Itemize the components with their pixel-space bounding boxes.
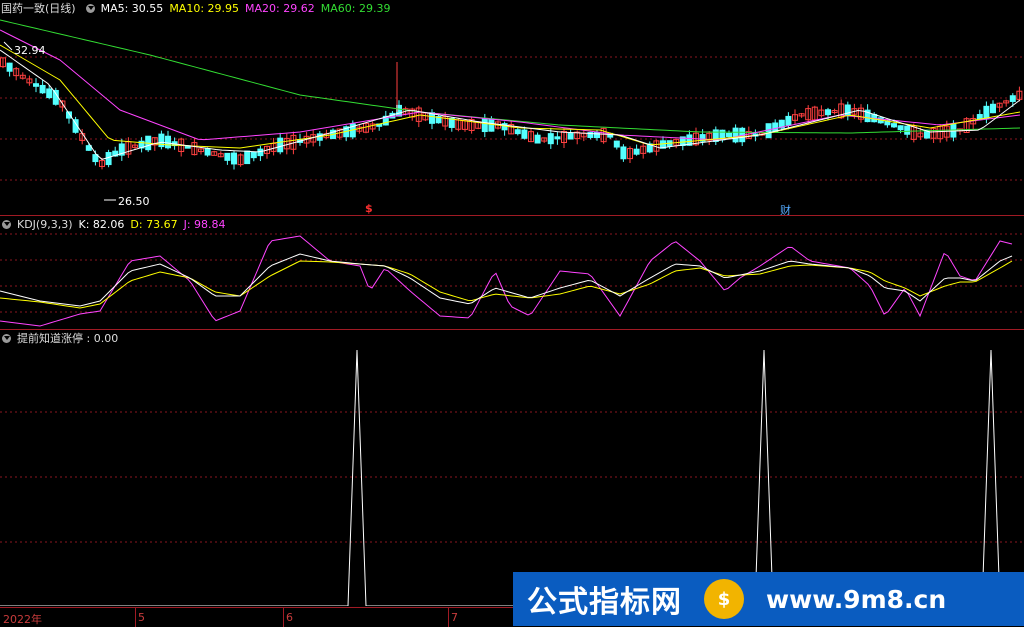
candlestick bbox=[46, 88, 53, 99]
candlestick bbox=[514, 129, 521, 135]
indicator-line bbox=[0, 349, 1024, 606]
coin-logo-icon: $ bbox=[704, 579, 744, 619]
candlestick bbox=[6, 62, 13, 72]
candlestick bbox=[825, 109, 831, 116]
candlestick bbox=[897, 125, 904, 131]
ma5-value: MA5: 30.55 bbox=[100, 1, 164, 15]
candlestick bbox=[1009, 95, 1016, 102]
candlestick bbox=[990, 103, 996, 114]
candlestick bbox=[732, 127, 739, 143]
candlestick bbox=[547, 133, 554, 145]
candlestick bbox=[594, 131, 600, 139]
indicator-title: 提前知道涨停 : 0.00 bbox=[17, 332, 119, 345]
candlestick bbox=[567, 132, 574, 140]
kdj-d-line bbox=[0, 260, 1013, 309]
ma20-line bbox=[0, 29, 1021, 141]
candlestick bbox=[204, 148, 211, 156]
chevron-down-icon[interactable] bbox=[2, 219, 11, 229]
watermark-banner: 公式指标网 $ www.9m8.cn bbox=[513, 572, 1024, 626]
candlestick bbox=[257, 148, 264, 157]
candlestick bbox=[785, 115, 792, 126]
high-pointer bbox=[3, 41, 13, 51]
price-header: 国药一致(日线) MA5: 30.55 MA10: 29.95 MA20: 29… bbox=[0, 0, 396, 16]
axis-label-july: 7 bbox=[451, 611, 458, 624]
candlestick bbox=[904, 125, 911, 135]
axis-label-june: 6 bbox=[286, 611, 293, 624]
event-marker-s[interactable]: $ bbox=[365, 202, 373, 215]
watermark-site-name: 公式指标网 bbox=[527, 585, 682, 620]
kdj-header: KDJ(9,3,3) K: 82.06 D: 73.67 J: 98.84 bbox=[0, 216, 232, 232]
high-price-label: 32.94 bbox=[14, 44, 46, 57]
candlestick bbox=[633, 148, 640, 155]
chevron-down-icon[interactable] bbox=[2, 333, 11, 343]
candlestick bbox=[224, 152, 231, 161]
kdj-d-value: D: 73.67 bbox=[130, 217, 178, 231]
price-panel[interactable]: 国药一致(日线) MA5: 30.55 MA10: 29.95 MA20: 29… bbox=[0, 0, 1024, 217]
price-chart[interactable] bbox=[0, 0, 1024, 215]
candlestick bbox=[105, 152, 112, 166]
candlestick bbox=[620, 146, 627, 160]
candlestick bbox=[39, 84, 46, 94]
chevron-down-icon[interactable] bbox=[85, 3, 95, 13]
candlestick bbox=[891, 123, 897, 128]
candlestick bbox=[244, 150, 251, 165]
candlestick bbox=[481, 117, 488, 133]
indicator-panel[interactable]: 提前知道涨停 : 0.00 bbox=[0, 330, 1024, 606]
candlestick bbox=[165, 135, 171, 149]
candlestick bbox=[613, 140, 620, 148]
kdj-k-value: K: 82.06 bbox=[78, 217, 125, 231]
candlestick bbox=[983, 105, 990, 119]
low-price-label: 26.50 bbox=[118, 195, 150, 208]
watermark-url: www.9m8.cn bbox=[766, 584, 947, 614]
kdj-k-line bbox=[0, 253, 1013, 307]
kdj-chart[interactable] bbox=[0, 216, 1024, 329]
candlestick bbox=[534, 134, 541, 144]
axis-label-year: 2022年 bbox=[3, 613, 42, 626]
axis-label-may: 5 bbox=[138, 611, 145, 624]
kdj-panel[interactable]: KDJ(9,3,3) K: 82.06 D: 73.67 J: 98.84 bbox=[0, 216, 1024, 329]
kdj-title: KDJ(9,3,3) bbox=[17, 217, 73, 231]
candlestick bbox=[554, 136, 561, 140]
ma60-value: MA60: 29.39 bbox=[320, 1, 391, 15]
kdj-j-value: J: 98.84 bbox=[183, 217, 226, 231]
indicator-chart[interactable] bbox=[0, 330, 1024, 606]
stock-title: 国药一致(日线) bbox=[1, 2, 76, 15]
indicator-header: 提前知道涨停 : 0.00 bbox=[0, 330, 124, 346]
candlestick bbox=[250, 151, 257, 159]
ma20-value: MA20: 29.62 bbox=[245, 1, 315, 15]
candlestick bbox=[521, 129, 528, 139]
candlestick bbox=[277, 137, 284, 153]
candlestick bbox=[726, 132, 732, 138]
candlestick bbox=[52, 89, 59, 105]
candlestick bbox=[231, 152, 237, 165]
candlestick bbox=[33, 83, 39, 87]
ma5-line bbox=[0, 49, 1021, 160]
ma10-value: MA10: 29.95 bbox=[169, 1, 240, 15]
